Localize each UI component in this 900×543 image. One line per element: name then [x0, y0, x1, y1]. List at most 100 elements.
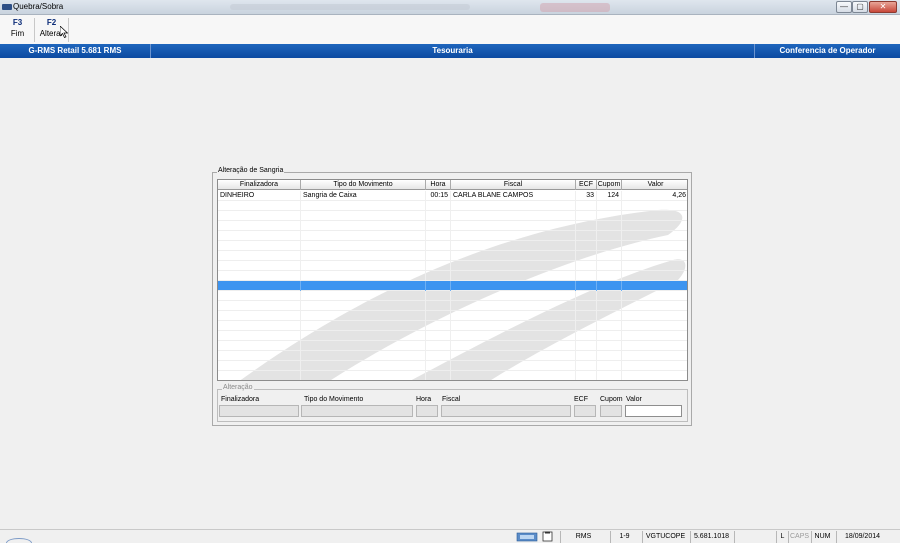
fiscal-field: [441, 405, 571, 417]
cell-tipo: [301, 251, 426, 261]
document-icon: [542, 531, 553, 542]
cell-finalizadora: [218, 371, 301, 380]
cell-hora: [426, 271, 451, 281]
col-fiscal[interactable]: Fiscal: [451, 180, 576, 190]
screen-title: Conferencia de Operador: [754, 44, 900, 58]
table-row[interactable]: [218, 201, 687, 211]
label-ecf: ECF: [574, 396, 588, 403]
cell-fiscal: CARLA BLANE CAMPOS: [451, 191, 576, 201]
cell-tipo: [301, 301, 426, 311]
table-row[interactable]: [218, 301, 687, 311]
cell-tipo: [301, 281, 426, 291]
cell-ecf: [576, 251, 597, 261]
col-tipo-movimento[interactable]: Tipo do Movimento: [301, 180, 426, 190]
table-row[interactable]: [218, 321, 687, 331]
table-row[interactable]: [218, 291, 687, 301]
valor-input[interactable]: [625, 405, 682, 417]
cell-tipo: [301, 361, 426, 371]
cell-tipo: [301, 201, 426, 211]
cell-cupom: [597, 371, 622, 380]
cell-cupom: [597, 211, 622, 221]
cell-ecf: [576, 311, 597, 321]
ecf-field: [574, 405, 596, 417]
status-num: NUM: [811, 531, 833, 543]
table-row[interactable]: [218, 351, 687, 361]
cell-valor: [622, 291, 687, 301]
cell-valor: 4,26: [622, 191, 687, 201]
cell-finalizadora: [218, 291, 301, 301]
cell-cupom: [597, 311, 622, 321]
brand-logo-icon: [6, 538, 32, 543]
cell-valor: [622, 221, 687, 231]
alteracao-edit-group: Alteração Finalizadora Tipo do Movimento…: [217, 384, 688, 422]
title-bar: Quebra/Sobra — ▢ ✕: [0, 0, 900, 15]
cell-fiscal: [451, 361, 576, 371]
cell-cupom: [597, 221, 622, 231]
label-finalizadora: Finalizadora: [221, 396, 260, 403]
col-ecf[interactable]: ECF: [576, 180, 597, 190]
table-row[interactable]: [218, 241, 687, 251]
cell-valor: [622, 311, 687, 321]
cell-tipo: Sangria de Caixa: [301, 191, 426, 201]
cell-finalizadora: [218, 361, 301, 371]
col-cupom[interactable]: Cupom: [597, 180, 622, 190]
cell-valor: [622, 211, 687, 221]
status-lock: L: [776, 531, 788, 543]
table-row[interactable]: [218, 331, 687, 341]
cell-cupom: [597, 361, 622, 371]
cell-finalizadora: [218, 231, 301, 241]
cell-tipo: [301, 241, 426, 251]
fim-button[interactable]: F3 Fim: [1, 18, 35, 42]
system-version: G-RMS Retail 5.681 RMS: [0, 44, 151, 58]
cell-ecf: [576, 221, 597, 231]
status-system: RMS: [560, 531, 606, 543]
col-hora[interactable]: Hora: [426, 180, 451, 190]
cell-tipo: [301, 291, 426, 301]
cell-hora: [426, 331, 451, 341]
cell-cupom: [597, 341, 622, 351]
cell-hora: [426, 351, 451, 361]
cell-cupom: [597, 241, 622, 251]
sangria-grid[interactable]: Finalizadora Tipo do Movimento Hora Fisc…: [217, 179, 688, 381]
table-row[interactable]: [218, 311, 687, 321]
col-finalizadora[interactable]: Finalizadora: [218, 180, 301, 190]
cell-valor: [622, 351, 687, 361]
cell-ecf: [576, 241, 597, 251]
table-row[interactable]: [218, 371, 687, 380]
maximize-button[interactable]: ▢: [852, 1, 868, 13]
cell-valor: [622, 261, 687, 271]
table-row[interactable]: [218, 361, 687, 371]
cell-valor: [622, 371, 687, 380]
cell-ecf: [576, 261, 597, 271]
table-row[interactable]: [218, 251, 687, 261]
cell-hora: [426, 261, 451, 271]
cell-fiscal: [451, 251, 576, 261]
cell-ecf: [576, 291, 597, 301]
cell-ecf: [576, 321, 597, 331]
table-row[interactable]: [218, 231, 687, 241]
cell-hora: [426, 341, 451, 351]
cell-fiscal: [451, 211, 576, 221]
table-row-selected[interactable]: [218, 281, 687, 291]
cell-fiscal: [451, 351, 576, 361]
table-row[interactable]: DINHEIRO Sangria de Caixa 00:15 CARLA BLANE…: [218, 191, 687, 201]
group-legend: Alteração de Sangria: [217, 167, 285, 174]
minimize-button[interactable]: —: [836, 1, 852, 13]
table-row[interactable]: [218, 221, 687, 231]
col-valor[interactable]: Valor: [622, 180, 687, 190]
table-row[interactable]: [218, 211, 687, 221]
table-row[interactable]: [218, 341, 687, 351]
tipo-movimento-field: [301, 405, 413, 417]
close-button[interactable]: ✕: [869, 1, 897, 13]
cell-fiscal: [451, 371, 576, 380]
cell-finalizadora: [218, 271, 301, 281]
cell-valor: [622, 301, 687, 311]
cell-fiscal: [451, 271, 576, 281]
cell-cupom: [597, 351, 622, 361]
cell-fiscal: [451, 221, 576, 231]
cell-fiscal: [451, 331, 576, 341]
status-caps: CAPS: [788, 531, 810, 543]
table-row[interactable]: [218, 271, 687, 281]
table-row[interactable]: [218, 261, 687, 271]
cell-finalizadora: [218, 251, 301, 261]
